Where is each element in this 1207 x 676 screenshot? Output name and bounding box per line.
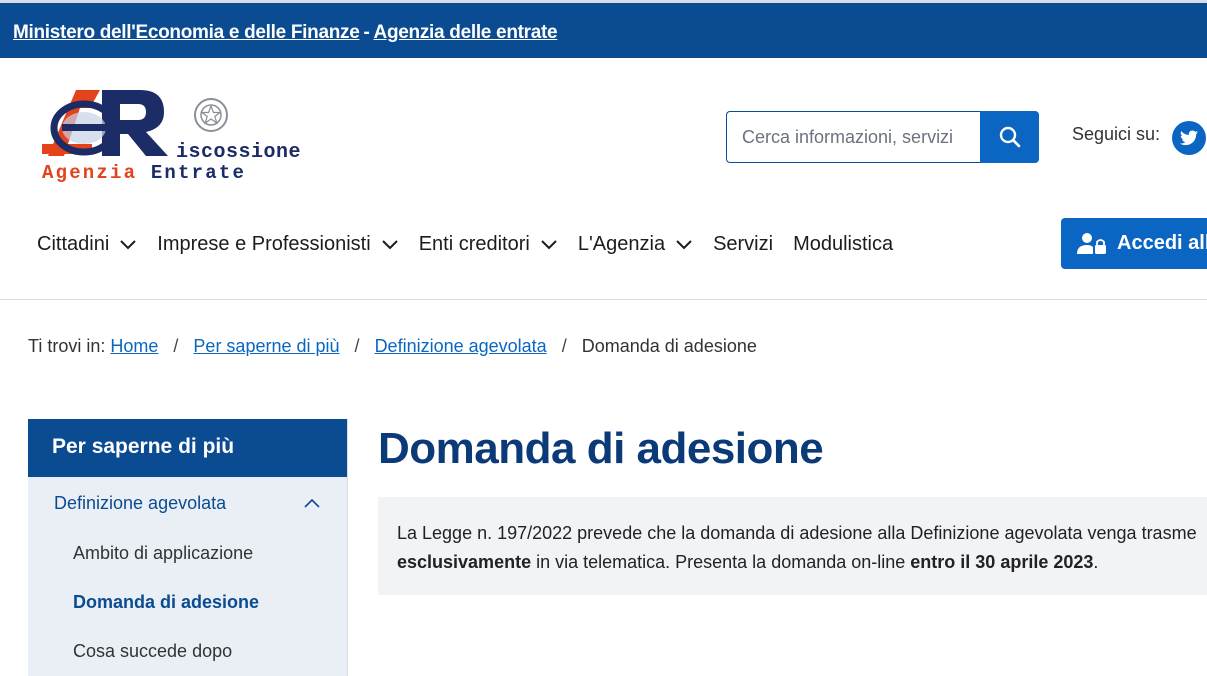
breadcrumb-prefix: Ti trovi in:: [28, 336, 106, 356]
institutional-topbar: Ministero dell'Economia e delle Finanze -…: [0, 0, 1207, 58]
nav-item-imprese[interactable]: Imprese e Professionisti: [157, 233, 398, 256]
breadcrumb: Ti trovi in: Home / Per saperne di più /…: [28, 336, 757, 357]
user-lock-icon: [1077, 232, 1106, 254]
callout-line-1: La Legge n. 197/2022 prevede che la doma…: [397, 523, 1197, 543]
riscossione-logo[interactable]: iscossione Agenzia Entrate: [40, 86, 320, 186]
callout-end: .: [1093, 552, 1099, 572]
callout-text: in via telematica. Presenta la domanda o…: [531, 552, 911, 572]
breadcrumb-current: Domanda di adesione: [581, 336, 757, 356]
page-title: Domanda di adesione: [378, 424, 824, 473]
nav-item-agenzia[interactable]: L'Agenzia: [578, 233, 693, 256]
sidebar-title: Per saperne di più: [28, 419, 347, 477]
breadcrumb-separator: /: [354, 336, 360, 356]
logo-mark-icon: [42, 90, 168, 156]
agency-link[interactable]: Agenzia delle entrate: [374, 22, 558, 43]
search-button[interactable]: [980, 111, 1039, 163]
info-callout: La Legge n. 197/2022 prevede che la doma…: [378, 497, 1207, 595]
chevron-down-icon: [541, 239, 557, 249]
search-input[interactable]: [726, 111, 982, 163]
chevron-up-icon[interactable]: [303, 497, 321, 509]
main-nav: Cittadini Imprese e Professionisti Enti …: [37, 233, 913, 256]
nav-item-label: Servizi: [713, 233, 774, 255]
ministry-link[interactable]: Ministero dell'Economia e delle Finanze: [13, 22, 360, 43]
nav-item-cittadini[interactable]: Cittadini: [37, 233, 137, 256]
logo-word-agenzia-entrate: Agenzia Entrate: [42, 162, 246, 184]
nav-item-label: L'Agenzia: [577, 233, 666, 255]
breadcrumb-separator: /: [173, 336, 179, 356]
twitter-link[interactable]: [1172, 121, 1206, 155]
nav-item-label: Modulistica: [793, 233, 894, 255]
social-label: Seguici su:: [1072, 124, 1161, 144]
breadcrumb-home[interactable]: Home: [110, 336, 158, 356]
chevron-down-icon: [381, 239, 398, 249]
sidebar-item-cosa-succede[interactable]: Cosa succede dopo: [73, 641, 232, 662]
sidebar-item-domanda[interactable]: Domanda di adesione: [73, 592, 259, 613]
nav-item-label: Cittadini: [37, 233, 110, 255]
logo-word-agenzia: Agenzia: [42, 162, 138, 184]
twitter-icon: [1180, 130, 1198, 146]
breadcrumb-separator: /: [561, 336, 567, 356]
sidebar: Per saperne di più Definizione agevolata…: [28, 419, 348, 676]
nav-item-modulistica[interactable]: Modulistica: [793, 233, 893, 256]
search-icon: [999, 126, 1020, 148]
chevron-down-icon: [676, 239, 692, 249]
login-button[interactable]: Accedi all: [1061, 218, 1207, 269]
nav-item-label: Enti creditori: [418, 233, 530, 255]
callout-bold-esclusivamente: esclusivamente: [397, 552, 532, 572]
breadcrumb-per-saperne[interactable]: Per saperne di più: [193, 336, 339, 356]
callout-line-2: esclusivamente in via telematica. Presen…: [397, 548, 1207, 577]
header-divider: [0, 299, 1207, 300]
search-box: [726, 111, 1039, 163]
nav-item-servizi[interactable]: Servizi: [713, 233, 773, 256]
callout-bold-deadline: entro il 30 aprile 2023: [910, 552, 1094, 572]
social-follow: Seguici su:: [1072, 121, 1206, 155]
logo-word-entrate: Entrate: [150, 162, 247, 184]
republic-emblem-icon: [194, 98, 228, 132]
chevron-down-icon: [120, 239, 136, 249]
institutional-links: Ministero dell'Economia e delle Finanze -…: [13, 22, 558, 44]
breadcrumb-definizione[interactable]: Definizione agevolata: [375, 336, 547, 356]
sidebar-section-definizione[interactable]: Definizione agevolata: [54, 493, 226, 514]
topbar-separator: -: [363, 22, 370, 43]
logo-word-riscossione: iscossione: [176, 141, 302, 164]
sidebar-item-ambito[interactable]: Ambito di applicazione: [73, 543, 253, 564]
login-button-label: Accedi all: [1117, 232, 1207, 254]
nav-item-enti-creditori[interactable]: Enti creditori: [419, 233, 558, 256]
nav-item-label: Imprese e Professionisti: [157, 233, 371, 255]
